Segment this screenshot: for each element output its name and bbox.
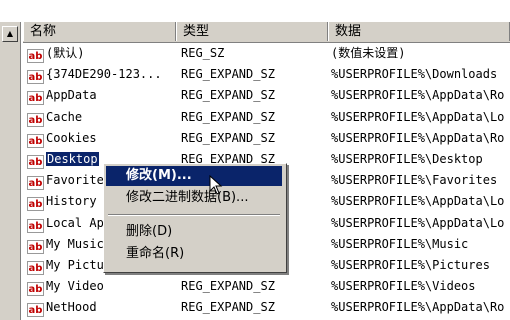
string-value-icon: ab bbox=[27, 91, 44, 106]
value-name: AppData bbox=[46, 88, 97, 103]
string-value-icon: ab bbox=[27, 282, 44, 297]
value-name: Desktop bbox=[46, 151, 99, 166]
value-name: (默认) bbox=[46, 46, 85, 60]
string-value-icon: ab bbox=[27, 239, 44, 254]
value-type: REG_EXPAND_SZ bbox=[181, 67, 275, 82]
value-data: %USERPROFILE%\AppData\Lo bbox=[331, 109, 505, 124]
value-type: REG_EXPAND_SZ bbox=[181, 109, 275, 124]
value-data: (数值未设置) bbox=[331, 46, 406, 60]
table-row[interactable]: ab NetHood REG_EXPAND_SZ %USERPROFILE%\Ap… bbox=[23, 297, 510, 318]
value-data: %USERPROFILE%\AppData\Lo bbox=[331, 215, 505, 230]
menu-item-modify[interactable]: 修改(M)... bbox=[106, 166, 282, 186]
value-data: %USERPROFILE%\Desktop bbox=[331, 151, 483, 166]
table-row[interactable]: ab (默认) REG_SZ (数值未设置) bbox=[23, 43, 510, 64]
table-row[interactable]: ab {374DE290-123... REG_EXPAND_SZ %USERPR… bbox=[23, 64, 510, 85]
value-type: REG_EXPAND_SZ bbox=[181, 130, 275, 145]
column-header-name[interactable]: 名称 bbox=[23, 22, 176, 41]
menu-item-rename[interactable]: 重命名(R) bbox=[106, 244, 282, 264]
string-value-icon: ab bbox=[27, 49, 44, 63]
value-name: My Music bbox=[46, 236, 104, 251]
column-header-type[interactable]: 类型 bbox=[176, 22, 328, 41]
column-header-data[interactable]: 数据 bbox=[328, 22, 510, 41]
value-name: NetHood bbox=[46, 300, 97, 315]
value-type: REG_EXPAND_SZ bbox=[181, 88, 275, 103]
value-name-cell: ab AppData bbox=[27, 85, 177, 106]
value-name: Cookies bbox=[46, 130, 97, 145]
top-strip bbox=[0, 0, 510, 22]
value-data: %USERPROFILE%\AppData\Ro bbox=[331, 130, 505, 145]
value-data: %USERPROFILE%\Videos bbox=[331, 279, 476, 294]
value-name-cell: ab Cookies bbox=[27, 128, 177, 149]
menu-item-modify-binary[interactable]: 修改二进制数据(B)... bbox=[106, 188, 282, 208]
string-value-icon: ab bbox=[27, 197, 44, 212]
value-data: %USERPROFILE%\AppData\Ro bbox=[331, 300, 505, 315]
string-value-icon: ab bbox=[27, 303, 44, 318]
value-data: %USERPROFILE%\Pictures bbox=[331, 257, 490, 272]
value-data: %USERPROFILE%\AppData\Ro bbox=[331, 88, 505, 103]
scroll-up-arrow-icon[interactable]: ▲ bbox=[2, 26, 18, 42]
table-row[interactable]: ab My Video REG_EXPAND_SZ %USERPROFILE%\V… bbox=[23, 276, 510, 297]
table-row[interactable]: ab Cookies REG_EXPAND_SZ %USERPROFILE%\Ap… bbox=[23, 128, 510, 149]
menu-item-delete[interactable]: 删除(D) bbox=[106, 222, 282, 242]
context-menu: 修改(M)... 修改二进制数据(B)... 删除(D) 重命名(R) bbox=[103, 163, 287, 273]
table-row[interactable]: ab Cache REG_EXPAND_SZ %USERPROFILE%\AppD… bbox=[23, 107, 510, 128]
value-data: %USERPROFILE%\Downloads bbox=[331, 67, 498, 82]
value-name-cell: ab NetHood bbox=[27, 297, 177, 318]
value-data: %USERPROFILE%\Music bbox=[331, 236, 469, 251]
value-name-cell: ab {374DE290-123... bbox=[27, 64, 177, 85]
value-name-cell: ab Cache bbox=[27, 107, 177, 128]
value-type: REG_EXPAND_SZ bbox=[181, 300, 275, 315]
table-row[interactable]: ab AppData REG_EXPAND_SZ %USERPROFILE%\Ap… bbox=[23, 85, 510, 106]
string-value-icon: ab bbox=[27, 218, 44, 233]
menu-separator bbox=[108, 214, 280, 216]
string-value-icon: ab bbox=[27, 154, 44, 169]
value-data: %USERPROFILE%\AppData\Lo bbox=[331, 194, 505, 209]
value-data: %USERPROFILE%\Favorites bbox=[331, 173, 498, 188]
string-value-icon: ab bbox=[27, 70, 44, 85]
value-name: History bbox=[46, 194, 97, 209]
value-name-cell: ab (默认) bbox=[27, 43, 177, 64]
registry-editor-window: ▲ 名称 类型 数据 ab (默认) REG_SZ (数值未设置) ab {374D… bbox=[0, 0, 510, 320]
value-name: Favorites bbox=[46, 173, 112, 188]
list-header: 名称 类型 数据 bbox=[23, 22, 510, 43]
string-value-icon: ab bbox=[27, 260, 44, 275]
value-name: {374DE290-123... bbox=[46, 67, 162, 82]
value-name: Cache bbox=[46, 109, 83, 124]
value-name-cell: ab My Video bbox=[27, 276, 177, 297]
value-name: My Video bbox=[46, 279, 104, 294]
value-type: REG_EXPAND_SZ bbox=[181, 279, 275, 294]
string-value-icon: ab bbox=[27, 176, 44, 191]
value-type: REG_SZ bbox=[181, 46, 225, 60]
string-value-icon: ab bbox=[27, 112, 44, 127]
string-value-icon: ab bbox=[27, 133, 44, 148]
tree-pane[interactable]: ▲ bbox=[0, 22, 21, 320]
